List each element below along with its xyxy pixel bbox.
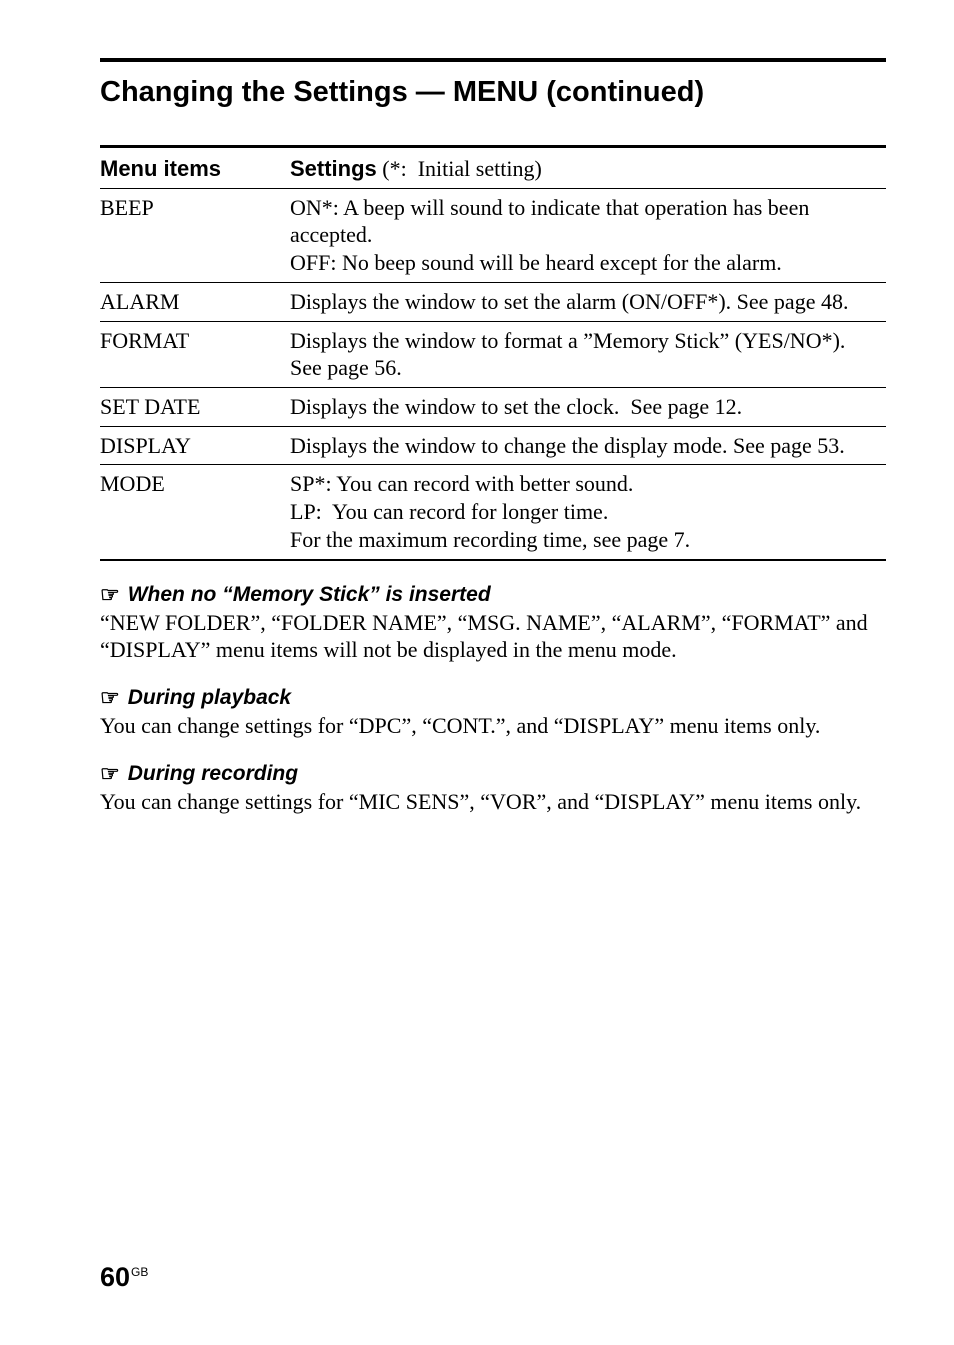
settings-header-label: Settings <box>290 156 377 181</box>
settings-cell: ON*: A beep will sound to indicate that … <box>290 188 886 282</box>
table-row: DISPLAY Displays the window to change th… <box>100 426 886 465</box>
section-body: You can change settings for “MIC SENS”, … <box>100 788 886 816</box>
settings-cell: Displays the window to change the displa… <box>290 426 886 465</box>
note-section: ☞ When no “Memory Stick” is inserted “NE… <box>100 583 886 664</box>
settings-cell: Displays the window to set the alarm (ON… <box>290 282 886 321</box>
table-row: BEEP ON*: A beep will sound to indicate … <box>100 188 886 282</box>
col-menu-header: Menu items <box>100 147 290 189</box>
section-heading: ☞ When no “Memory Stick” is inserted <box>100 583 886 607</box>
menu-cell: FORMAT <box>100 321 290 387</box>
section-heading-text: When no “Memory Stick” is inserted <box>128 583 491 607</box>
table-row: ALARM Displays the window to set the ala… <box>100 282 886 321</box>
section-heading-text: During playback <box>128 686 291 710</box>
section-body: “NEW FOLDER”, “FOLDER NAME”, “MSG. NAME”… <box>100 609 886 664</box>
section-body: You can change settings for “DPC”, “CONT… <box>100 712 886 740</box>
section-heading: ☞ During recording <box>100 762 886 786</box>
settings-cell: Displays the window to format a ”Memory … <box>290 321 886 387</box>
settings-cell: SP*: You can record with better sound.LP… <box>290 465 886 560</box>
menu-cell: DISPLAY <box>100 426 290 465</box>
page-number-suffix: GB <box>131 1265 148 1279</box>
menu-cell: ALARM <box>100 282 290 321</box>
col-settings-header: Settings (*: Initial setting) <box>290 147 886 189</box>
menu-cell: MODE <box>100 465 290 560</box>
page-title: Changing the Settings — MENU (continued) <box>100 76 886 109</box>
note-section: ☞ During recording You can change settin… <box>100 762 886 816</box>
menu-cell: SET DATE <box>100 388 290 427</box>
menu-table: Menu items Settings (*: Initial setting)… <box>100 145 886 561</box>
table-row: SET DATE Displays the window to set the … <box>100 388 886 427</box>
settings-cell: Displays the window to set the clock. Se… <box>290 388 886 427</box>
hand-icon: ☞ <box>100 687 120 709</box>
section-heading-text: During recording <box>128 762 298 786</box>
menu-cell: BEEP <box>100 188 290 282</box>
section-heading: ☞ During playback <box>100 686 886 710</box>
hand-icon: ☞ <box>100 584 120 606</box>
hand-icon: ☞ <box>100 763 120 785</box>
menu-header-label: Menu items <box>100 156 221 181</box>
page-number-value: 60 <box>100 1262 130 1292</box>
note-section: ☞ During playback You can change setting… <box>100 686 886 740</box>
page-number: 60GB <box>100 1262 148 1293</box>
top-rule <box>100 58 886 62</box>
table-row: MODE SP*: You can record with better sou… <box>100 465 886 560</box>
settings-header-note: (*: Initial setting) <box>377 156 542 181</box>
table-row: FORMAT Displays the window to format a ”… <box>100 321 886 387</box>
